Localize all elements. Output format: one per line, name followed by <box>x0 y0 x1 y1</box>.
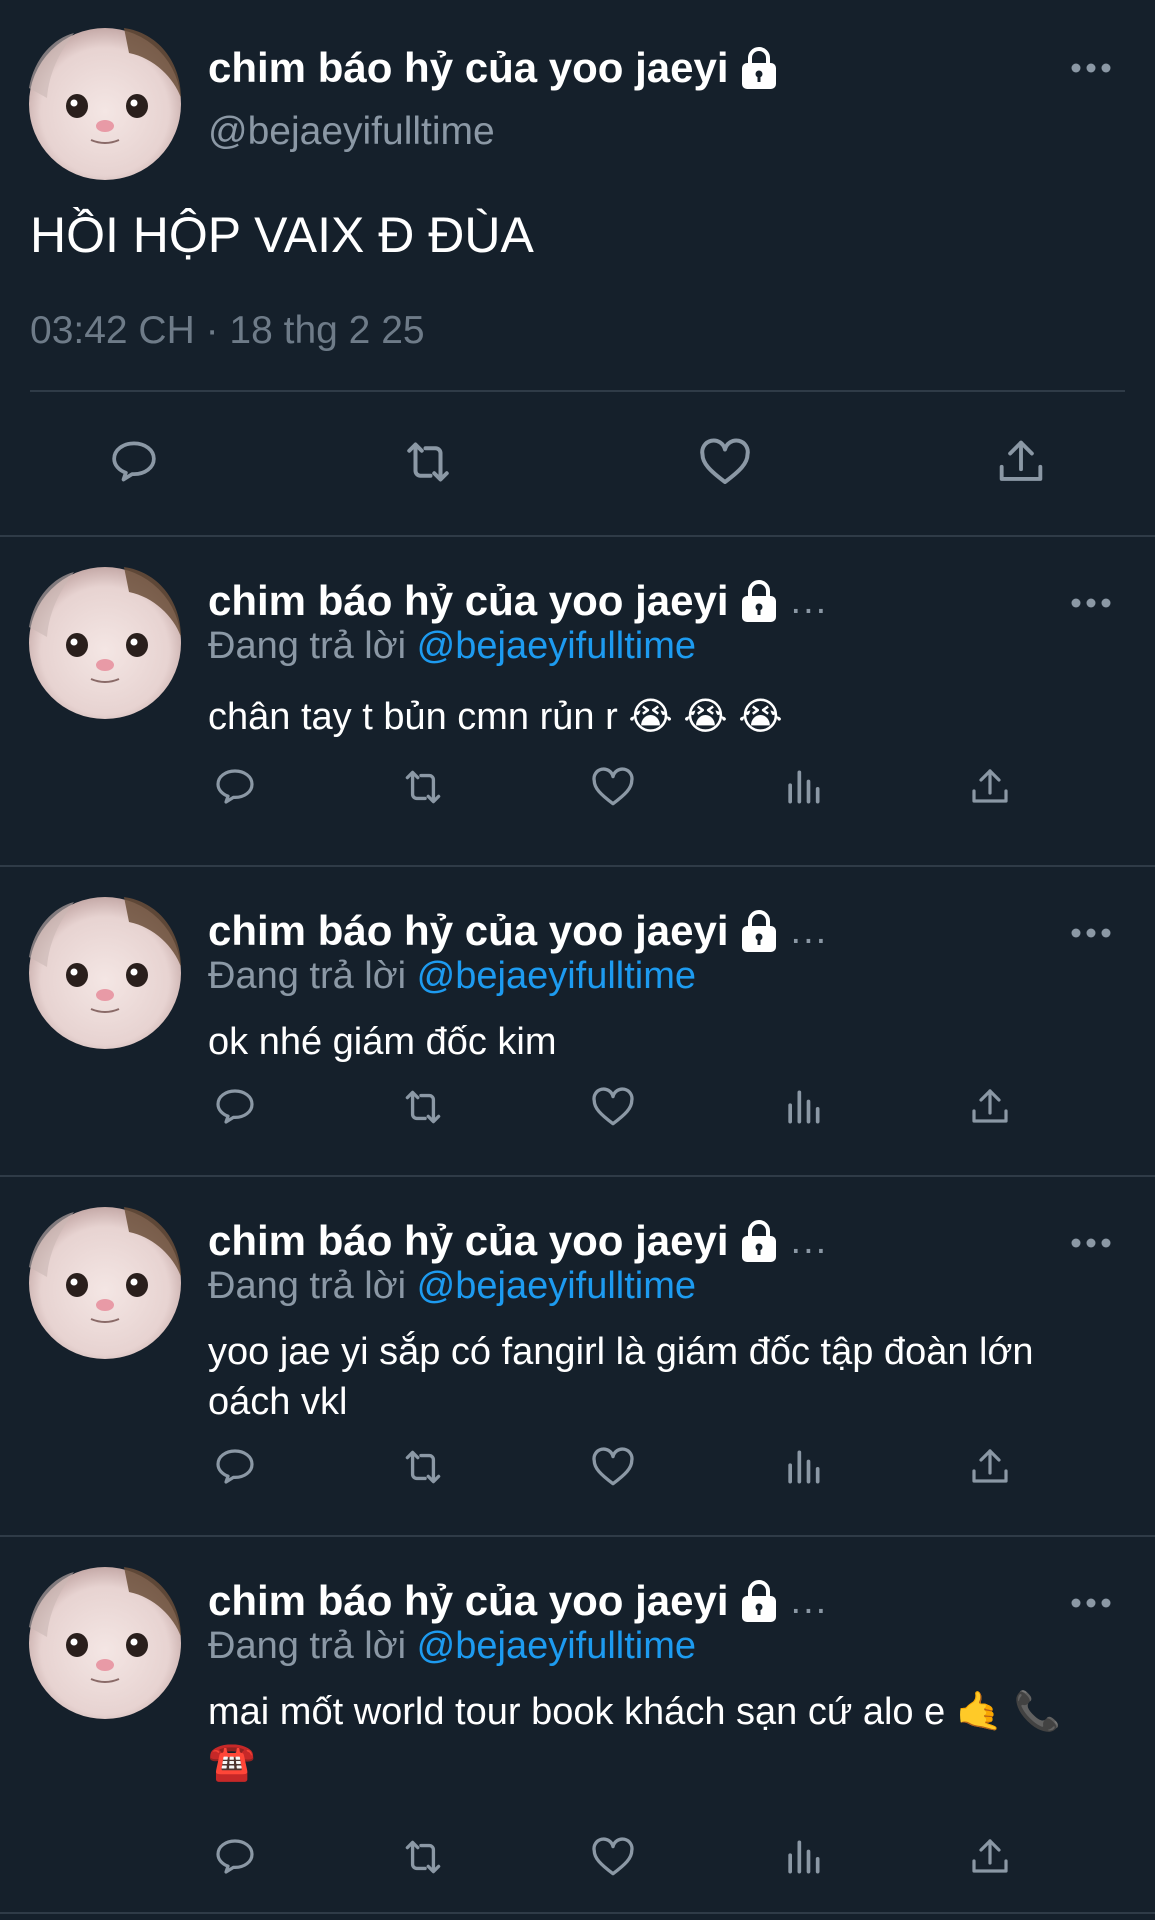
replying-to: Đang trả lời @bejaeyifulltime <box>208 955 696 998</box>
retweet-icon[interactable] <box>398 762 448 812</box>
avatar[interactable] <box>29 1567 181 1719</box>
reply-icon[interactable] <box>210 762 260 812</box>
author-name-row: chim báo hỷ của yoo jaeyi <box>208 44 779 92</box>
mention-link[interactable]: @bejaeyifulltime <box>417 625 696 667</box>
name-truncation: ... <box>790 1579 829 1622</box>
mention-link[interactable]: @bejaeyifulltime <box>417 1265 696 1307</box>
reply-icon[interactable] <box>104 432 164 492</box>
more-icon[interactable] <box>1071 1597 1111 1609</box>
display-name[interactable]: chim báo hỷ của yoo jaeyi <box>208 577 729 625</box>
main-tweet: chim báo hỷ của yoo jaeyi @bejaeyifullti… <box>0 0 1155 537</box>
lock-icon <box>739 579 779 623</box>
retweet-icon[interactable] <box>398 1442 448 1492</box>
reply-tweet[interactable]: chim báo hỷ của yoo jaeyi... Đang trả lời… <box>0 867 1155 1177</box>
replying-to: Đang trả lời @bejaeyifulltime <box>208 1265 696 1308</box>
mention-link[interactable]: @bejaeyifulltime <box>417 1625 696 1667</box>
heart-icon[interactable] <box>695 432 755 492</box>
display-name[interactable]: chim báo hỷ của yoo jaeyi <box>208 1217 729 1265</box>
replying-label: Đang trả lời <box>208 1625 407 1667</box>
mention-link[interactable]: @bejaeyifulltime <box>417 955 696 997</box>
display-name[interactable]: chim báo hỷ của yoo jaeyi <box>208 1577 729 1625</box>
display-name[interactable]: chim báo hỷ của yoo jaeyi <box>208 907 729 955</box>
display-name[interactable]: chim báo hỷ của yoo jaeyi <box>208 44 729 92</box>
action-bar <box>0 1442 1155 1492</box>
avatar[interactable] <box>29 897 181 1049</box>
lock-icon <box>739 909 779 953</box>
name-truncation: ... <box>790 579 829 622</box>
share-icon[interactable] <box>965 1832 1015 1882</box>
more-icon[interactable] <box>1071 597 1111 609</box>
replying-label: Đang trả lời <box>208 1265 407 1307</box>
lock-icon <box>739 1579 779 1623</box>
replying-to: Đang trả lời @bejaeyifulltime <box>208 1625 696 1668</box>
heart-icon[interactable] <box>588 1082 638 1132</box>
handle[interactable]: @bejaeyifulltime <box>208 110 495 154</box>
action-bar <box>0 432 1155 492</box>
action-bar <box>0 1832 1155 1882</box>
tweet-text: chân tay t bủn cmn rủn r 😭 😭 😭 <box>208 696 783 738</box>
reply-icon[interactable] <box>210 1442 260 1492</box>
action-bar <box>0 762 1155 812</box>
action-bar <box>0 1082 1155 1132</box>
replying-label: Đang trả lời <box>208 625 407 667</box>
views-icon[interactable] <box>778 1832 828 1882</box>
reply-tweet[interactable]: chim báo hỷ của yoo jaeyi... Đang trả lời… <box>0 537 1155 867</box>
tweet-text: HỒI HỘP VAIX Đ ĐÙA <box>30 207 534 263</box>
tweet-timestamp[interactable]: 03:42 CH · 18 thg 2 25 <box>30 309 425 353</box>
tweet-text: yoo jae yi sắp có fangirl là giám đốc tậ… <box>208 1331 1034 1423</box>
lock-icon <box>739 46 779 90</box>
retweet-icon[interactable] <box>398 432 458 492</box>
avatar[interactable] <box>29 28 181 180</box>
reply-tweet[interactable]: chim báo hỷ của yoo jaeyi... Đang trả lời… <box>0 1177 1155 1537</box>
share-icon[interactable] <box>965 1082 1015 1132</box>
views-icon[interactable] <box>778 1442 828 1492</box>
more-icon[interactable] <box>1071 927 1111 939</box>
reply-tweet[interactable]: chim báo hỷ của yoo jaeyi... Đang trả lời… <box>0 1537 1155 1914</box>
name-truncation: ... <box>790 909 829 952</box>
heart-icon[interactable] <box>588 1442 638 1492</box>
author-name-row: chim báo hỷ của yoo jaeyi... <box>208 1217 828 1265</box>
reply-icon[interactable] <box>210 1082 260 1132</box>
avatar[interactable] <box>29 1207 181 1359</box>
reply-icon[interactable] <box>210 1832 260 1882</box>
replying-to: Đang trả lời @bejaeyifulltime <box>208 625 696 668</box>
views-icon[interactable] <box>778 762 828 812</box>
more-icon[interactable] <box>1071 1237 1111 1249</box>
retweet-icon[interactable] <box>398 1082 448 1132</box>
tweet-text: ok nhé giám đốc kim <box>208 1021 557 1063</box>
heart-icon[interactable] <box>588 762 638 812</box>
more-icon[interactable] <box>1071 62 1111 74</box>
replying-label: Đang trả lời <box>208 955 407 997</box>
share-icon[interactable] <box>965 762 1015 812</box>
author-name-row: chim báo hỷ của yoo jaeyi... <box>208 907 828 955</box>
divider <box>30 390 1125 392</box>
author-name-row: chim báo hỷ của yoo jaeyi... <box>208 1577 828 1625</box>
share-icon[interactable] <box>991 432 1051 492</box>
tweet-text: mai mốt world tour book khách sạn cứ alo… <box>208 1691 1061 1783</box>
views-icon[interactable] <box>778 1082 828 1132</box>
retweet-icon[interactable] <box>398 1832 448 1882</box>
name-truncation: ... <box>790 1219 829 1262</box>
avatar[interactable] <box>29 567 181 719</box>
lock-icon <box>739 1219 779 1263</box>
heart-icon[interactable] <box>588 1832 638 1882</box>
share-icon[interactable] <box>965 1442 1015 1492</box>
author-name-row: chim báo hỷ của yoo jaeyi... <box>208 577 828 625</box>
